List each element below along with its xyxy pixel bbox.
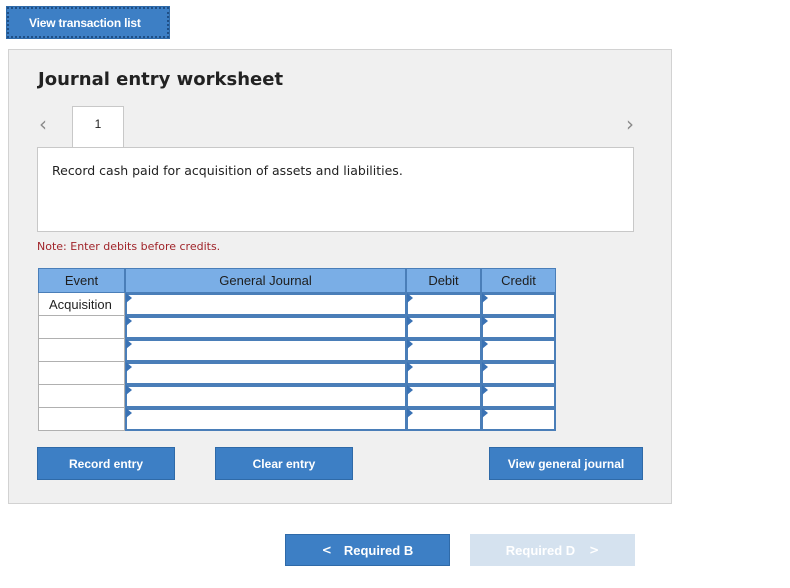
debit-input[interactable] [407, 408, 481, 430]
required-b-button[interactable]: < Required B [285, 534, 450, 566]
journal-table: Event General Journal Debit Credit Acqui… [38, 268, 556, 431]
chevron-right-icon: > [589, 543, 600, 557]
dropdown-marker-icon [126, 362, 132, 372]
debit-input[interactable] [407, 385, 481, 407]
table-row [38, 362, 556, 385]
credit-cell [481, 408, 556, 431]
clear-entry-button[interactable]: Clear entry [215, 447, 353, 480]
credit-input[interactable] [482, 339, 555, 361]
chevron-right-icon[interactable]: › [626, 112, 634, 136]
dropdown-marker-icon [126, 385, 132, 395]
account-cell [125, 385, 406, 408]
debit-cell [406, 339, 481, 362]
debit-input[interactable] [407, 316, 481, 338]
view-transaction-list-button[interactable]: View transaction list [6, 6, 170, 39]
event-cell [38, 408, 125, 431]
journal-entry-worksheet-panel: Journal entry worksheet ‹ › 1 Record cas… [8, 49, 672, 504]
table-row [38, 316, 556, 339]
dropdown-marker-icon [407, 385, 413, 395]
account-cell [125, 408, 406, 431]
debit-cell [406, 362, 481, 385]
dropdown-marker-icon [126, 408, 132, 418]
required-d-button: Required D > [470, 534, 635, 566]
account-select[interactable] [126, 293, 406, 315]
credit-cell [481, 316, 556, 339]
table-row [38, 408, 556, 431]
debit-cell [406, 316, 481, 339]
dropdown-marker-icon [482, 408, 488, 418]
debit-cell [406, 385, 481, 408]
account-select[interactable] [126, 316, 406, 338]
view-general-journal-button[interactable]: View general journal [489, 447, 643, 480]
event-cell [38, 316, 125, 339]
table-row [38, 385, 556, 408]
chevron-left-icon[interactable]: ‹ [39, 112, 47, 136]
debit-input[interactable] [407, 293, 481, 315]
account-select[interactable] [126, 408, 406, 430]
debit-input[interactable] [407, 362, 481, 384]
tab-1-label: 1 [94, 117, 102, 131]
dropdown-marker-icon [407, 408, 413, 418]
table-header-row: Event General Journal Debit Credit [38, 268, 556, 293]
dropdown-marker-icon [126, 293, 132, 303]
dropdown-marker-icon [407, 362, 413, 372]
description-box: Record cash paid for acquisition of asse… [37, 147, 634, 232]
header-event: Event [38, 268, 125, 293]
credit-cell [481, 362, 556, 385]
credit-input[interactable] [482, 316, 555, 338]
worksheet-title: Journal entry worksheet [38, 69, 284, 90]
dropdown-marker-icon [407, 316, 413, 326]
table-row: Acquisition [38, 293, 556, 316]
credit-cell [481, 385, 556, 408]
dropdown-marker-icon [482, 293, 488, 303]
account-select[interactable] [126, 362, 406, 384]
dropdown-marker-icon [482, 316, 488, 326]
credit-input[interactable] [482, 385, 555, 407]
debit-cell [406, 408, 481, 431]
chevron-left-icon: < [321, 543, 332, 557]
description-text: Record cash paid for acquisition of asse… [52, 163, 403, 178]
tab-1[interactable]: 1 [72, 106, 124, 148]
debit-input[interactable] [407, 339, 481, 361]
credit-cell [481, 293, 556, 316]
required-b-label: Required B [343, 542, 414, 558]
event-cell [38, 339, 125, 362]
account-select[interactable] [126, 385, 406, 407]
dropdown-marker-icon [126, 316, 132, 326]
event-cell [38, 385, 125, 408]
credit-cell [481, 339, 556, 362]
dropdown-marker-icon [482, 385, 488, 395]
account-cell [125, 316, 406, 339]
dropdown-marker-icon [482, 362, 488, 372]
header-debit: Debit [406, 268, 481, 293]
event-cell [38, 362, 125, 385]
header-credit: Credit [481, 268, 556, 293]
account-cell [125, 339, 406, 362]
note-text: Note: Enter debits before credits. [37, 240, 221, 253]
record-entry-button[interactable]: Record entry [37, 447, 175, 480]
dropdown-marker-icon [407, 339, 413, 349]
debit-cell [406, 293, 481, 316]
dropdown-marker-icon [482, 339, 488, 349]
account-cell [125, 362, 406, 385]
header-general-journal: General Journal [125, 268, 406, 293]
account-cell [125, 293, 406, 316]
dropdown-marker-icon [407, 293, 413, 303]
account-select[interactable] [126, 339, 406, 361]
credit-input[interactable] [482, 408, 555, 430]
credit-input[interactable] [482, 293, 555, 315]
event-cell: Acquisition [38, 293, 125, 316]
table-row [38, 339, 556, 362]
required-d-label: Required D [505, 542, 576, 558]
dropdown-marker-icon [126, 339, 132, 349]
credit-input[interactable] [482, 362, 555, 384]
